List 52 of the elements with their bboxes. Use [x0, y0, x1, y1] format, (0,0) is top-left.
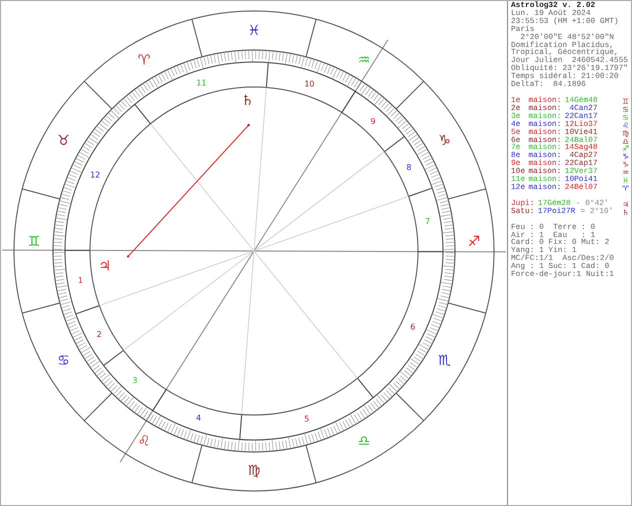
- sign-divider: [22, 302, 60, 314]
- house-cusp-line: [384, 136, 405, 152]
- house-number: 3: [132, 376, 138, 386]
- house-cusp-line: [103, 350, 124, 366]
- house-number: 8: [406, 162, 412, 172]
- house-cusp-line: [64, 250, 90, 251]
- house-cusp-line: [134, 104, 152, 124]
- house-cusp-line: [418, 251, 444, 252]
- planet-marker-dot: [126, 255, 130, 258]
- zodiac-sign-glyph: ♑: [438, 133, 451, 149]
- house-number: 4: [196, 414, 202, 423]
- sign-divider: [191, 18, 202, 58]
- zodiac-sign-glyph: ♐: [468, 234, 480, 250]
- sign-divider: [84, 80, 112, 110]
- sign-divider: [448, 188, 486, 200]
- house-number: 12: [90, 170, 100, 180]
- zodiac-sign-glyph: ♎: [358, 434, 370, 450]
- house-cusp-line: [341, 90, 356, 113]
- sign-divider: [396, 392, 424, 422]
- zodiac-sign-glyph: ♈: [138, 52, 150, 68]
- planet-glyph: ♃: [98, 258, 112, 275]
- house-number: 1: [78, 276, 84, 285]
- house-number: 5: [304, 414, 310, 424]
- sign-divider: [22, 188, 60, 200]
- sign-divider: [306, 444, 317, 484]
- zodiac-sign-glyph: ♒: [358, 52, 370, 68]
- sign-divider: [448, 302, 486, 314]
- zodiac-sign-glyph: ♉: [57, 133, 70, 149]
- sign-divider: [191, 444, 202, 484]
- zodiac-sign-glyph: ♓: [248, 23, 260, 39]
- sign-divider: [306, 18, 317, 58]
- house-number: 6: [410, 322, 416, 332]
- house-number: 2: [96, 330, 102, 340]
- planet-glyph: ♄: [241, 93, 254, 110]
- house-number: 7: [424, 217, 430, 226]
- sign-divider: [396, 80, 424, 110]
- house-cusp-line: [356, 378, 374, 398]
- house-cusp-line: [152, 389, 167, 412]
- zodiac-sign-glyph: ♌: [138, 434, 150, 450]
- house-number: 10: [304, 79, 314, 88]
- house-number: 11: [196, 78, 206, 88]
- house-cusp-line: [75, 305, 100, 314]
- house-cusp-line: [408, 188, 433, 197]
- planet-marker-dot: [247, 124, 250, 126]
- zodiac-sign-glyph: ♍: [248, 463, 260, 479]
- house-cusp-line: [266, 62, 269, 88]
- zodiac-sign-glyph: ♋: [57, 353, 70, 369]
- zodiac-sign-glyph: ♏: [438, 353, 451, 369]
- sign-divider: [84, 392, 112, 422]
- zodiac-sign-glyph: ♊: [28, 234, 40, 250]
- house-number: 9: [370, 116, 376, 126]
- house-cusp-line: [239, 414, 242, 440]
